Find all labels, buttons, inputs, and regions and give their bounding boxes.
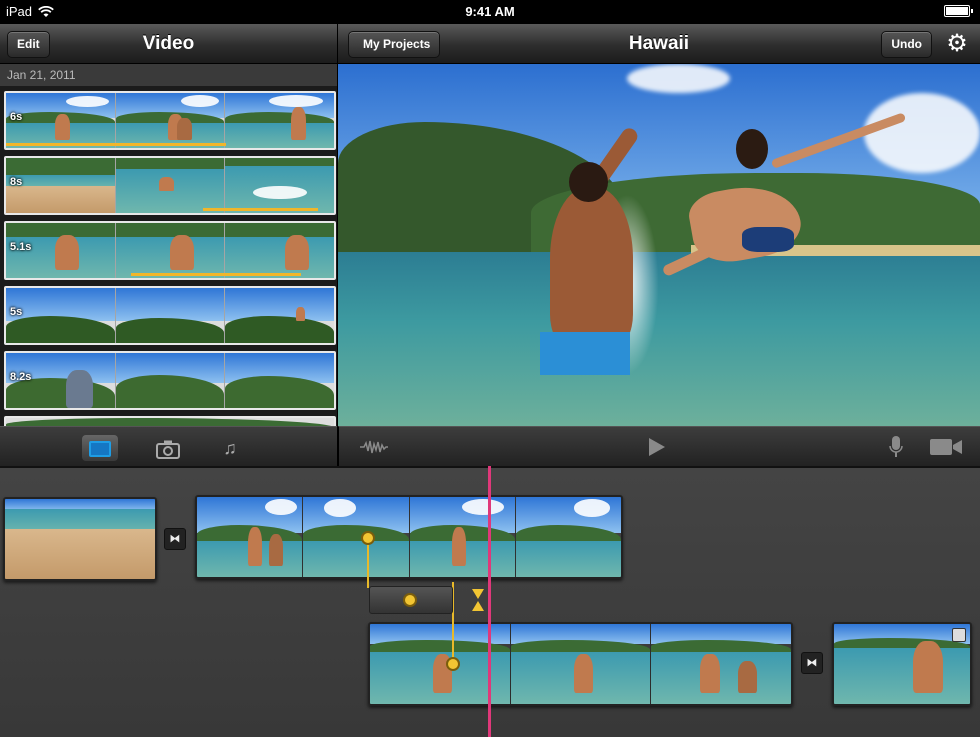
- clip-thumbnail: [224, 288, 334, 343]
- music-note-icon[interactable]: ♫: [212, 435, 248, 461]
- clip-thumbnail: [224, 93, 334, 148]
- transition-icon[interactable]: ⧓: [164, 528, 186, 550]
- clip-thumbnail: [834, 624, 970, 704]
- browser-title: Video: [142, 33, 195, 54]
- video-camera-icon[interactable]: [929, 437, 963, 457]
- undo-button[interactable]: Undo: [881, 31, 932, 58]
- timeline-clip[interactable]: [832, 622, 972, 706]
- date-header: Jan 21, 2011: [0, 64, 337, 86]
- project-navbar: My Projects Hawaii Undo ⚙: [338, 24, 980, 64]
- settings-gear-icon[interactable]: ⚙: [942, 30, 972, 60]
- microphone-icon[interactable]: [889, 435, 903, 459]
- play-icon[interactable]: [649, 438, 665, 456]
- viewer-cloud: [864, 92, 980, 173]
- used-marker: [130, 273, 302, 276]
- clip-thumbnail: [650, 624, 791, 704]
- transition-icon[interactable]: ⧓: [801, 652, 823, 674]
- clip-thumbnail: 8s: [6, 158, 115, 213]
- clip-thumbnail: [197, 497, 303, 577]
- media-clip[interactable]: [4, 416, 336, 426]
- camera-icon[interactable]: [150, 435, 186, 461]
- playhead[interactable]: [488, 466, 491, 737]
- trim-handle[interactable]: [446, 657, 460, 671]
- used-marker: [6, 143, 226, 146]
- viewer-person: [736, 129, 769, 169]
- clip-thumbnail: [408, 497, 515, 577]
- media-clip[interactable]: 5.1s: [4, 221, 336, 280]
- clip-thumbnail: [224, 158, 334, 213]
- trim-handle[interactable]: [361, 531, 375, 545]
- clip-thumbnail: [302, 497, 409, 577]
- viewer-person: [742, 226, 794, 253]
- media-type-toolbar: ♫: [0, 426, 337, 466]
- clip-duration: 5.1s: [10, 241, 32, 253]
- clip-thumbnail: [224, 223, 334, 278]
- clip-thumbnail: [114, 353, 225, 408]
- status-bar: iPad 9:41 AM: [0, 0, 980, 24]
- clip-thumbnail: 6s: [6, 93, 115, 148]
- clip-duration: 8.2s: [10, 371, 32, 383]
- clip-duration: 6s: [10, 111, 23, 123]
- clip-thumbnail: [509, 624, 651, 704]
- video-viewer[interactable]: [338, 64, 980, 426]
- clip-thumbnail: [114, 158, 225, 213]
- media-clip[interactable]: 5s: [4, 286, 336, 345]
- clip-badge-icon: [952, 628, 966, 642]
- clip-thumbnail: 5s: [6, 288, 115, 343]
- viewer-person: [540, 331, 631, 376]
- trim-handle[interactable]: [403, 593, 417, 607]
- browser-navbar: Edit Video: [0, 24, 337, 64]
- timeline-clip[interactable]: [3, 497, 157, 581]
- viewer-person: [549, 187, 634, 347]
- viewer-cloud: [626, 64, 730, 93]
- clip-thumbnail: [114, 288, 225, 343]
- clip-thumbnail: 5.1s: [6, 223, 115, 278]
- media-clip[interactable]: 6s: [4, 91, 336, 150]
- hourglass-icon[interactable]: [472, 589, 484, 611]
- clip-duration: 5s: [10, 306, 23, 318]
- trim-connector: [367, 538, 369, 588]
- viewer-sea: [338, 252, 980, 426]
- used-marker: [202, 208, 318, 211]
- viewer-person: [569, 161, 608, 202]
- clip-duration: 8s: [10, 176, 23, 188]
- status-time: 9:41 AM: [465, 4, 515, 19]
- clip-thumbnail: [224, 353, 334, 408]
- video-tab-icon[interactable]: [82, 435, 118, 461]
- clip-thumbnail: [514, 497, 621, 577]
- media-clip[interactable]: 8.2s: [4, 351, 336, 410]
- clip-thumbnail: [114, 223, 225, 278]
- audio-waveform-icon[interactable]: [359, 438, 389, 456]
- timeline-clip[interactable]: [368, 622, 793, 706]
- viewer-toolbar: [338, 426, 980, 466]
- clip-thumbnail: [5, 499, 155, 579]
- battery-icon: [944, 5, 973, 17]
- timeline-clip[interactable]: [195, 495, 623, 579]
- clip-thumbnail: [114, 93, 225, 148]
- media-browser[interactable]: Jan 21, 2011 6s 8s 5.1s 5s 8.2s: [0, 64, 337, 426]
- clip-thumbnail: [6, 418, 334, 426]
- clip-thumbnail: 8.2s: [6, 353, 115, 408]
- media-clip[interactable]: 8s: [4, 156, 336, 215]
